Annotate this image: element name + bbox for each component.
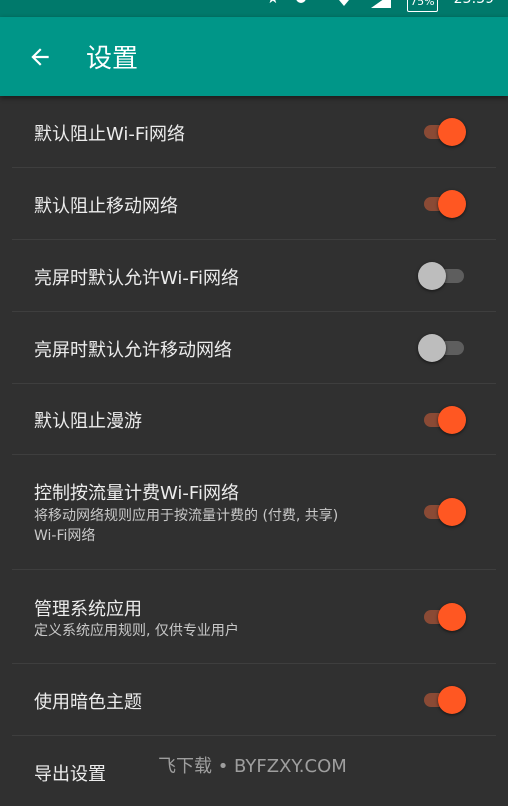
setting-label: 默认阻止移动网络 [34, 196, 178, 217]
setting-row-metered-wifi[interactable]: 控制按流量计费Wi-Fi网络 将移动网络规则应用于按流量计费的 (付费, 共享)… [12, 455, 496, 570]
setting-row-block-mobile[interactable]: 默认阻止移动网络 [12, 168, 496, 240]
clock: 23:39 [454, 0, 494, 10]
setting-row-screen-on-wifi[interactable]: 亮屏时默认允许Wi-Fi网络 [12, 240, 496, 312]
setting-label: 导出设置 [34, 764, 106, 785]
signal-icon [371, 0, 392, 10]
setting-label: 管理系统应用 [34, 599, 142, 620]
setting-label: 亮屏时默认允许Wi-Fi网络 [34, 268, 239, 289]
setting-row-screen-on-mobile[interactable]: 亮屏时默认允许移动网络 [12, 312, 496, 384]
battery-indicator: 75% [407, 0, 438, 12]
toggle-thumb [438, 118, 466, 146]
watermark: 飞下载 • BYFZXY.COM [158, 756, 347, 777]
setting-label: 亮屏时默认允许移动网络 [34, 340, 232, 361]
wifi-icon [333, 0, 355, 10]
toggle-block-mobile[interactable] [418, 188, 468, 218]
toggle-thumb [438, 686, 466, 714]
toggle-thumb [418, 334, 446, 362]
toggle-block-wifi[interactable] [418, 116, 468, 146]
toggle-thumb [438, 603, 466, 631]
setting-label: 控制按流量计费Wi-Fi网络 [34, 483, 239, 504]
setting-row-block-wifi[interactable]: 默认阻止Wi-Fi网络 [12, 96, 496, 168]
setting-row-manage-system[interactable]: 管理系统应用 定义系统应用规则, 仅供专业用户 [12, 570, 496, 664]
status-bar: ★ 75% 23:39 [0, 0, 508, 17]
toggle-dark-theme[interactable] [418, 684, 468, 714]
app-bar: 设置 [0, 17, 508, 96]
setting-description: 定义系统应用规则, 仅供专业用户 [34, 623, 239, 639]
toggle-thumb [418, 262, 446, 290]
settings-list: 默认阻止Wi-Fi网络 默认阻止移动网络 亮屏时默认允许Wi-Fi网络 亮屏时默… [0, 96, 508, 806]
setting-row-block-roaming[interactable]: 默认阻止漫游 [12, 384, 496, 455]
star-icon: ★ [267, 0, 280, 10]
page-title: 设置 [86, 44, 139, 74]
setting-label: 使用暗色主题 [34, 692, 142, 713]
setting-row-dark-theme[interactable]: 使用暗色主题 [12, 664, 496, 736]
toggle-block-roaming[interactable] [418, 404, 468, 434]
setting-label: 默认阻止漫游 [34, 411, 142, 432]
toggle-thumb [438, 190, 466, 218]
toggle-screen-on-wifi[interactable] [418, 260, 468, 290]
toggle-metered-wifi[interactable] [418, 496, 468, 526]
key-icon [295, 0, 317, 10]
setting-description: 将移动网络规则应用于按流量计费的 (付费, 共享) Wi-Fi网络 [34, 508, 339, 544]
toggle-thumb [438, 498, 466, 526]
setting-label: 默认阻止Wi-Fi网络 [34, 124, 185, 145]
toggle-thumb [438, 406, 466, 434]
arrow-left-icon [31, 47, 49, 66]
toggle-manage-system[interactable] [418, 601, 468, 631]
toggle-screen-on-mobile[interactable] [418, 332, 468, 362]
back-button[interactable] [20, 37, 60, 77]
